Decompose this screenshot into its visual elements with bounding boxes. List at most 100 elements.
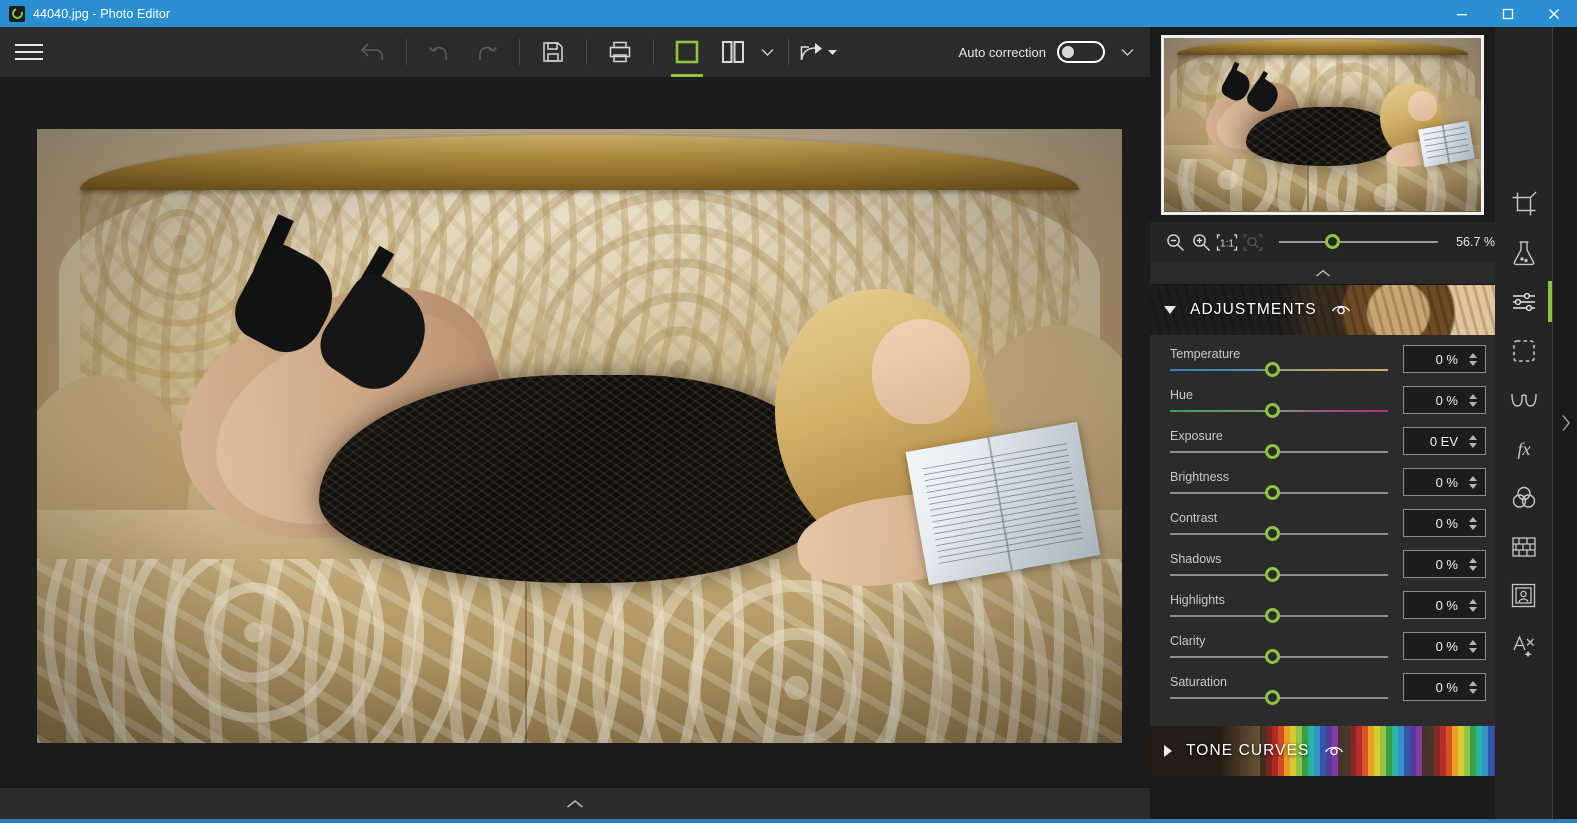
spinner-up-icon[interactable] bbox=[1469, 393, 1477, 399]
zoom-slider-handle[interactable] bbox=[1325, 234, 1341, 249]
frame-tool[interactable] bbox=[1500, 579, 1548, 612]
adjustment-row: Exposure 0 EV bbox=[1150, 427, 1495, 470]
adjustment-value-spinner[interactable]: 0 % bbox=[1403, 345, 1486, 373]
close-button[interactable] bbox=[1531, 0, 1577, 27]
slider-track[interactable] bbox=[1170, 362, 1388, 377]
split-view-button[interactable] bbox=[710, 27, 756, 77]
effects-tool[interactable] bbox=[1500, 236, 1548, 269]
zoom-controls: 1:1 56.7 % bbox=[1150, 222, 1495, 262]
spinner-down-icon[interactable] bbox=[1469, 647, 1477, 653]
slider-handle[interactable] bbox=[1265, 690, 1281, 705]
spinner-up-icon[interactable] bbox=[1469, 352, 1477, 358]
slider-track[interactable] bbox=[1170, 567, 1388, 582]
spinner-up-icon[interactable] bbox=[1469, 557, 1477, 563]
adjustment-value-spinner[interactable]: 0 % bbox=[1403, 591, 1486, 619]
zoom-slider[interactable] bbox=[1278, 234, 1439, 249]
adjustment-value[interactable]: 0 % bbox=[1404, 393, 1465, 408]
spinner-down-icon[interactable] bbox=[1469, 442, 1477, 448]
slider-handle[interactable] bbox=[1265, 444, 1281, 459]
slider-handle[interactable] bbox=[1265, 649, 1281, 664]
edited-photo[interactable] bbox=[37, 129, 1122, 743]
navigator-preview[interactable] bbox=[1150, 27, 1495, 222]
navigator-thumbnail[interactable] bbox=[1161, 34, 1484, 215]
retouch-tool[interactable] bbox=[1500, 383, 1548, 416]
auto-correction-dropdown[interactable] bbox=[1116, 27, 1138, 77]
adjustment-value-spinner[interactable]: 0 % bbox=[1403, 386, 1486, 414]
adjustment-value[interactable]: 0 % bbox=[1404, 639, 1465, 654]
spinner-up-icon[interactable] bbox=[1469, 475, 1477, 481]
adjustment-value[interactable]: 0 EV bbox=[1404, 434, 1465, 449]
adjustment-value[interactable]: 0 % bbox=[1404, 352, 1465, 367]
eye-icon[interactable] bbox=[1324, 745, 1344, 758]
text-tool[interactable] bbox=[1500, 628, 1548, 661]
adjustment-value[interactable]: 0 % bbox=[1404, 598, 1465, 613]
zoom-out-icon[interactable] bbox=[1164, 229, 1188, 255]
slider-track[interactable] bbox=[1170, 690, 1388, 705]
share-button[interactable] bbox=[799, 40, 842, 64]
spinner-up-icon[interactable] bbox=[1469, 680, 1477, 686]
save-button[interactable] bbox=[530, 27, 576, 77]
crop-tool[interactable] bbox=[1500, 187, 1548, 220]
fit-to-window-icon[interactable] bbox=[1241, 229, 1265, 255]
adjustment-value-spinner[interactable]: 0 EV bbox=[1403, 427, 1486, 455]
adjustments-section-header[interactable]: ADJUSTMENTS bbox=[1150, 285, 1495, 335]
revert-button[interactable] bbox=[350, 27, 396, 77]
adjustments-tool[interactable] bbox=[1500, 281, 1552, 322]
spinner-down-icon[interactable] bbox=[1469, 483, 1477, 489]
slider-track[interactable] bbox=[1170, 608, 1388, 623]
adjustment-value[interactable]: 0 % bbox=[1404, 557, 1465, 572]
undo-button[interactable] bbox=[417, 27, 463, 77]
slider-handle[interactable] bbox=[1265, 567, 1281, 582]
slider-handle[interactable] bbox=[1265, 362, 1281, 377]
slider-handle[interactable] bbox=[1265, 403, 1281, 418]
adjustment-value-spinner[interactable]: 0 % bbox=[1403, 509, 1486, 537]
spinner-up-icon[interactable] bbox=[1469, 598, 1477, 604]
adjustment-value-spinner[interactable]: 0 % bbox=[1403, 632, 1486, 660]
spinner-down-icon[interactable] bbox=[1469, 360, 1477, 366]
slider-track[interactable] bbox=[1170, 485, 1388, 500]
panel-expander[interactable] bbox=[1552, 27, 1577, 819]
spinner-up-icon[interactable] bbox=[1469, 516, 1477, 522]
print-button[interactable] bbox=[597, 27, 643, 77]
spinner-down-icon[interactable] bbox=[1469, 565, 1477, 571]
tone-curves-section-header[interactable]: TONE CURVES bbox=[1150, 726, 1495, 776]
spinner-arrows bbox=[1465, 557, 1485, 571]
spinner-up-icon[interactable] bbox=[1469, 434, 1477, 440]
eye-icon[interactable] bbox=[1331, 304, 1351, 317]
slider-track[interactable] bbox=[1170, 403, 1388, 418]
selection-tool[interactable] bbox=[1500, 334, 1548, 367]
one-to-one-icon[interactable]: 1:1 bbox=[1215, 229, 1239, 255]
auto-correction-toggle[interactable] bbox=[1057, 41, 1105, 63]
slider-handle[interactable] bbox=[1265, 608, 1281, 623]
minimize-button[interactable] bbox=[1439, 0, 1485, 27]
image-canvas[interactable] bbox=[0, 77, 1150, 787]
slider-track[interactable] bbox=[1170, 444, 1388, 459]
texture-tool[interactable] bbox=[1500, 530, 1548, 563]
spinner-down-icon[interactable] bbox=[1469, 606, 1477, 612]
adjustment-value-spinner[interactable]: 0 % bbox=[1403, 468, 1486, 496]
slider-handle[interactable] bbox=[1265, 526, 1281, 541]
slider-track[interactable] bbox=[1170, 526, 1388, 541]
view-options-dropdown[interactable] bbox=[756, 27, 778, 77]
adjustment-row: Highlights 0 % bbox=[1150, 591, 1495, 634]
adjustment-value[interactable]: 0 % bbox=[1404, 680, 1465, 695]
navigator-collapse-button[interactable] bbox=[1150, 262, 1495, 285]
fx-tool[interactable]: fx bbox=[1500, 432, 1548, 465]
menu-button[interactable] bbox=[0, 27, 58, 77]
adjustment-value-spinner[interactable]: 0 % bbox=[1403, 673, 1486, 701]
spinner-up-icon[interactable] bbox=[1469, 639, 1477, 645]
maximize-button[interactable] bbox=[1485, 0, 1531, 27]
zoom-in-icon[interactable] bbox=[1190, 229, 1214, 255]
color-tool[interactable] bbox=[1500, 481, 1548, 514]
spinner-down-icon[interactable] bbox=[1469, 401, 1477, 407]
redo-button[interactable] bbox=[463, 27, 509, 77]
slider-track[interactable] bbox=[1170, 649, 1388, 664]
single-view-button[interactable] bbox=[664, 27, 710, 77]
slider-handle[interactable] bbox=[1265, 485, 1281, 500]
adjustment-value[interactable]: 0 % bbox=[1404, 475, 1465, 490]
spinner-down-icon[interactable] bbox=[1469, 688, 1477, 694]
spinner-down-icon[interactable] bbox=[1469, 524, 1477, 530]
canvas-bottom-expander[interactable] bbox=[0, 787, 1150, 819]
adjustment-value[interactable]: 0 % bbox=[1404, 516, 1465, 531]
adjustment-value-spinner[interactable]: 0 % bbox=[1403, 550, 1486, 578]
